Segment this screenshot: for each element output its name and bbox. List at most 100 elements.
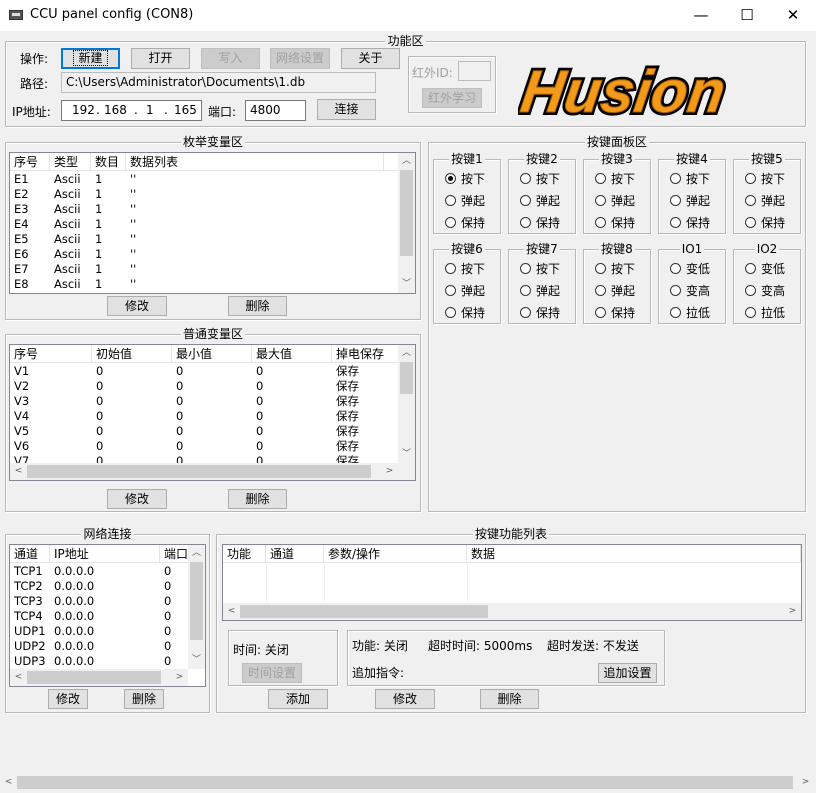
enum-modify-button[interactable]: 修改 bbox=[107, 296, 167, 316]
maximize-icon[interactable]: ☐ bbox=[724, 0, 770, 31]
enum-list-scrollbar[interactable]: ︿ ﹀ bbox=[398, 153, 415, 293]
scroll-left-icon[interactable]: < bbox=[0, 774, 17, 791]
normal-col-min[interactable]: 最小值 bbox=[172, 345, 252, 363]
about-button[interactable]: 关于 bbox=[341, 48, 400, 69]
scroll-right-icon[interactable]: > bbox=[381, 463, 398, 480]
key-option-radio[interactable]: 弹起 bbox=[520, 283, 560, 299]
keyfunc-col-function[interactable]: 功能 bbox=[223, 545, 266, 563]
key-option-radio[interactable]: 保持 bbox=[445, 215, 485, 231]
normal-col-initial[interactable]: 初始值 bbox=[92, 345, 172, 363]
enum-col-count[interactable]: 数目 bbox=[91, 153, 126, 171]
scroll-left-icon[interactable]: < bbox=[10, 669, 27, 686]
network-col-channel[interactable]: 通道 bbox=[10, 545, 50, 563]
keyfunc-col-channel[interactable]: 通道 bbox=[266, 545, 324, 563]
key-option-radio[interactable]: 变高 bbox=[670, 283, 710, 299]
enum-col-index[interactable]: 序号 bbox=[10, 153, 50, 171]
write-button[interactable]: 写入 bbox=[201, 48, 260, 69]
time-settings-button[interactable]: 时间设置 bbox=[242, 663, 302, 683]
key-option-radio[interactable]: 拉低 bbox=[745, 305, 785, 321]
table-row[interactable]: E6 Ascii 1 '' bbox=[10, 247, 384, 262]
keyfunc-delete-button[interactable]: 删除 bbox=[480, 689, 539, 709]
network-list-vscrollbar[interactable]: ︿ ﹀ bbox=[188, 545, 205, 669]
path-field[interactable]: C:\Users\Administrator\Documents\1.db bbox=[61, 72, 376, 93]
scroll-thumb[interactable] bbox=[190, 562, 203, 640]
normal-delete-button[interactable]: 删除 bbox=[228, 489, 287, 509]
key-option-radio[interactable]: 保持 bbox=[520, 215, 560, 231]
scroll-right-icon[interactable]: > bbox=[797, 774, 814, 791]
key-option-radio[interactable]: 拉低 bbox=[670, 305, 710, 321]
key-option-radio[interactable]: 按下 bbox=[595, 261, 635, 277]
table-row[interactable]: E5 Ascii 1 '' bbox=[10, 232, 384, 247]
key-option-radio[interactable]: 变低 bbox=[745, 261, 785, 277]
scroll-right-icon[interactable]: > bbox=[171, 669, 188, 686]
ir-id-field[interactable] bbox=[458, 61, 491, 81]
network-col-ip[interactable]: IP地址 bbox=[50, 545, 160, 563]
key-option-radio[interactable]: 弹起 bbox=[670, 193, 710, 209]
append-settings-button[interactable]: 追加设置 bbox=[598, 663, 657, 683]
table-row[interactable]: E2 Ascii 1 '' bbox=[10, 187, 384, 202]
keyfunc-add-button[interactable]: 添加 bbox=[268, 689, 328, 709]
connect-button[interactable]: 连接 bbox=[317, 99, 376, 120]
key-option-radio[interactable]: 弹起 bbox=[445, 193, 485, 209]
table-row[interactable]: TCP1 0.0.0.0 0 bbox=[10, 564, 190, 579]
scroll-up-icon[interactable]: ︿ bbox=[398, 345, 415, 362]
table-row[interactable]: UDP3 0.0.0.0 0 bbox=[10, 654, 190, 669]
scroll-left-icon[interactable]: < bbox=[10, 463, 27, 480]
normal-col-save[interactable]: 掉电保存 bbox=[332, 345, 400, 363]
table-row[interactable]: V5 0 0 0 保存 bbox=[10, 424, 400, 439]
key-option-radio[interactable]: 保持 bbox=[445, 305, 485, 321]
scroll-thumb[interactable] bbox=[17, 776, 793, 789]
minimize-icon[interactable]: — bbox=[678, 0, 724, 31]
key-function-list[interactable]: 功能 通道 参数/操作 数据 < > bbox=[222, 544, 802, 621]
enum-delete-button[interactable]: 删除 bbox=[228, 296, 287, 316]
network-settings-button[interactable]: 网络设置 bbox=[270, 48, 330, 69]
key-option-radio[interactable]: 弹起 bbox=[445, 283, 485, 299]
key-option-radio[interactable]: 保持 bbox=[595, 305, 635, 321]
scroll-thumb[interactable] bbox=[27, 671, 161, 684]
key-option-radio[interactable]: 按下 bbox=[520, 261, 560, 277]
table-row[interactable]: E7 Ascii 1 '' bbox=[10, 262, 384, 277]
table-row[interactable]: V2 0 0 0 保存 bbox=[10, 379, 400, 394]
keyfunc-hscrollbar[interactable]: < > bbox=[223, 603, 801, 620]
key-option-radio[interactable]: 按下 bbox=[670, 171, 710, 187]
keyfunc-col-param[interactable]: 参数/操作 bbox=[324, 545, 467, 563]
normal-col-index[interactable]: 序号 bbox=[10, 345, 92, 363]
scroll-down-icon[interactable]: ﹀ bbox=[188, 652, 205, 669]
normal-list-hscrollbar[interactable]: < > bbox=[10, 463, 398, 480]
scroll-thumb[interactable] bbox=[400, 170, 413, 256]
keyfunc-modify-button[interactable]: 修改 bbox=[375, 689, 435, 709]
table-row[interactable]: V1 0 0 0 保存 bbox=[10, 364, 400, 379]
table-row[interactable]: UDP2 0.0.0.0 0 bbox=[10, 639, 190, 654]
table-row[interactable]: E1 Ascii 1 '' bbox=[10, 172, 384, 187]
key-option-radio[interactable]: 弹起 bbox=[745, 193, 785, 209]
key-option-radio[interactable]: 保持 bbox=[595, 215, 635, 231]
key-option-radio[interactable]: 按下 bbox=[445, 171, 485, 187]
scroll-up-icon[interactable]: ︿ bbox=[398, 153, 415, 170]
key-option-radio[interactable]: 保持 bbox=[745, 215, 785, 231]
table-row[interactable]: E3 Ascii 1 '' bbox=[10, 202, 384, 217]
key-option-radio[interactable]: 保持 bbox=[670, 215, 710, 231]
network-col-port[interactable]: 端口 bbox=[160, 545, 190, 563]
scroll-down-icon[interactable]: ﹀ bbox=[398, 446, 415, 463]
scroll-up-icon[interactable]: ︿ bbox=[188, 545, 205, 562]
ip-address-field[interactable]: 192 . 168 . 1 . 165 bbox=[61, 100, 202, 121]
enum-col-data[interactable]: 数据列表 bbox=[126, 153, 384, 171]
scroll-right-icon[interactable]: > bbox=[784, 603, 801, 620]
scroll-down-icon[interactable]: ﹀ bbox=[398, 276, 415, 293]
key-option-radio[interactable]: 按下 bbox=[595, 171, 635, 187]
table-row[interactable]: V3 0 0 0 保存 bbox=[10, 394, 400, 409]
network-list-hscrollbar[interactable]: < > bbox=[10, 669, 188, 686]
enum-col-type[interactable]: 类型 bbox=[50, 153, 91, 171]
network-list[interactable]: 通道 IP地址 端口 TCP1 0.0.0.0 0 TCP2 0.0.0.0 0 TCP3 0… bbox=[9, 544, 206, 687]
window-hscrollbar[interactable]: < > bbox=[0, 774, 816, 791]
close-icon[interactable]: ✕ bbox=[770, 0, 816, 31]
normal-modify-button[interactable]: 修改 bbox=[107, 489, 167, 509]
ir-learn-button[interactable]: 红外学习 bbox=[422, 88, 482, 108]
table-row[interactable]: TCP3 0.0.0.0 0 bbox=[10, 594, 190, 609]
open-button[interactable]: 打开 bbox=[131, 48, 190, 69]
key-option-radio[interactable]: 弹起 bbox=[595, 283, 635, 299]
network-delete-button[interactable]: 删除 bbox=[124, 689, 164, 709]
table-row[interactable]: TCP4 0.0.0.0 0 bbox=[10, 609, 190, 624]
scroll-thumb[interactable] bbox=[400, 362, 413, 394]
key-option-radio[interactable]: 按下 bbox=[445, 261, 485, 277]
